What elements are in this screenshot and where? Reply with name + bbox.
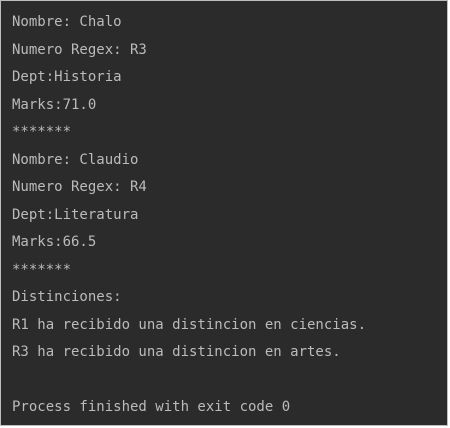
console-line-dept-1: Dept:Historia: [12, 69, 122, 85]
console-line-distinciones-header: Distinciones:: [12, 289, 122, 305]
console-line-distincion-1: R1 ha recibido una distincion en ciencia…: [12, 316, 367, 333]
run-console-panel: Nombre: Chalo Numero Regex: R3 Dept:Hist…: [0, 0, 448, 426]
console-line-separator-1: *******: [12, 124, 72, 140]
console-line-dept-2: Dept:Literatura: [12, 206, 139, 223]
console-line-separator-2: *******: [12, 261, 72, 278]
console-line-nombre-1: Nombre: Chalo: [12, 14, 122, 30]
console-output[interactable]: Nombre: Chalo Numero Regex: R3 Dept:Hist…: [12, 13, 443, 425]
console-line-nombre-2: Nombre: Claudio: [12, 151, 139, 168]
console-line-marks-1: Marks:71.0: [12, 96, 97, 113]
console-line-exit-status: Process finished with exit code 0: [12, 399, 291, 415]
console-line-regex-1: Numero Regex: R3: [12, 41, 147, 58]
console-line-regex-2: Numero Regex: R4: [12, 179, 147, 195]
console-line-marks-2: Marks:66.5: [12, 234, 97, 250]
console-line-distincion-2: R3 ha recibido una distincion en artes.: [12, 344, 341, 360]
